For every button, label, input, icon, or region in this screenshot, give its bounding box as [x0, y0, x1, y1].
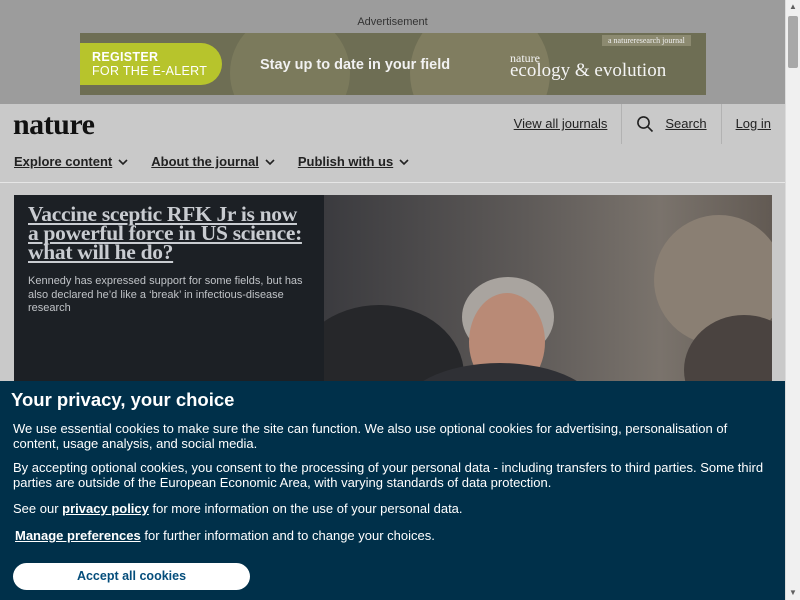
manage-rest-text: for further information and to change yo…: [144, 528, 435, 543]
accept-all-cookies-button[interactable]: Accept all cookies: [13, 563, 250, 590]
nav-item-label: Publish with us: [297, 154, 394, 169]
ad-register-sublabel: FOR THE E-ALERT: [92, 64, 208, 78]
ad-network-tag: a natureresearch journal: [602, 35, 691, 46]
login-link[interactable]: Log in: [722, 104, 785, 144]
cookie-paragraph-consent: By accepting optional cookies, you conse…: [13, 460, 764, 490]
scroll-down-arrow-icon[interactable]: ▼: [786, 586, 800, 600]
ad-register-label: REGISTER: [92, 50, 159, 64]
ad-register-button[interactable]: REGISTER FOR THE E-ALERT: [80, 43, 222, 85]
privacy-rest-text: for more information on the use of your …: [152, 501, 463, 516]
search-link[interactable]: Search: [665, 104, 706, 144]
hero-text-panel: Vaccine sceptic RFK Jr is now a powerful…: [14, 195, 324, 395]
advertisement-label: Advertisement: [357, 16, 428, 28]
hero-article: Vaccine sceptic RFK Jr is now a powerful…: [14, 195, 772, 395]
vertical-scrollbar[interactable]: ▲ ▼: [785, 0, 800, 600]
cookie-banner-title: Your privacy, your choice: [11, 389, 235, 410]
scrollbar-thumb[interactable]: [788, 16, 798, 68]
chevron-down-icon: [265, 154, 275, 169]
privacy-policy-link[interactable]: privacy policy: [62, 501, 149, 516]
search-button[interactable]: Search: [622, 104, 720, 144]
header-top-links: View all journals Search Log in: [500, 104, 785, 144]
hero-article-title[interactable]: Vaccine sceptic RFK Jr is now a powerful…: [28, 203, 310, 263]
site-header: nature View all journals Search Log in E…: [0, 104, 785, 287]
main-nav: Explore content About the journal Publis…: [14, 154, 432, 169]
view-all-journals-link[interactable]: View all journals: [500, 104, 622, 144]
advertisement-area: Advertisement REGISTER FOR THE E-ALERT S…: [0, 0, 785, 104]
manage-preferences-link[interactable]: Manage preferences: [15, 528, 141, 543]
hero-image[interactable]: [324, 195, 772, 395]
ad-journal-name: ecology & evolution: [510, 60, 667, 81]
scroll-up-arrow-icon[interactable]: ▲: [786, 0, 800, 14]
ad-tagline: Stay up to date in your field: [260, 57, 451, 73]
nav-explore-content[interactable]: Explore content: [14, 154, 128, 169]
search-icon: [636, 115, 654, 133]
chevron-down-icon: [399, 154, 409, 169]
chevron-down-icon: [118, 154, 128, 169]
see-our-text: See our: [13, 501, 59, 516]
cookie-paragraph-manage: Manage preferences for further informati…: [15, 528, 773, 543]
nav-about-the-journal[interactable]: About the journal: [151, 154, 275, 169]
ad-banner[interactable]: REGISTER FOR THE E-ALERT Stay up to date…: [80, 33, 706, 95]
nav-item-label: Explore content: [14, 154, 113, 169]
cookie-paragraph-essential: We use essential cookies to make sure th…: [13, 421, 728, 451]
nav-item-label: About the journal: [151, 154, 259, 169]
nav-publish-with-us[interactable]: Publish with us: [298, 154, 409, 169]
hero-article-summary: Kennedy has expressed support for some f…: [28, 275, 303, 314]
cookie-consent-banner: Your privacy, your choice We use essenti…: [0, 381, 785, 600]
nature-logo[interactable]: nature: [13, 108, 95, 142]
cookie-paragraph-privacy: See our privacy policy for more informat…: [13, 501, 771, 516]
